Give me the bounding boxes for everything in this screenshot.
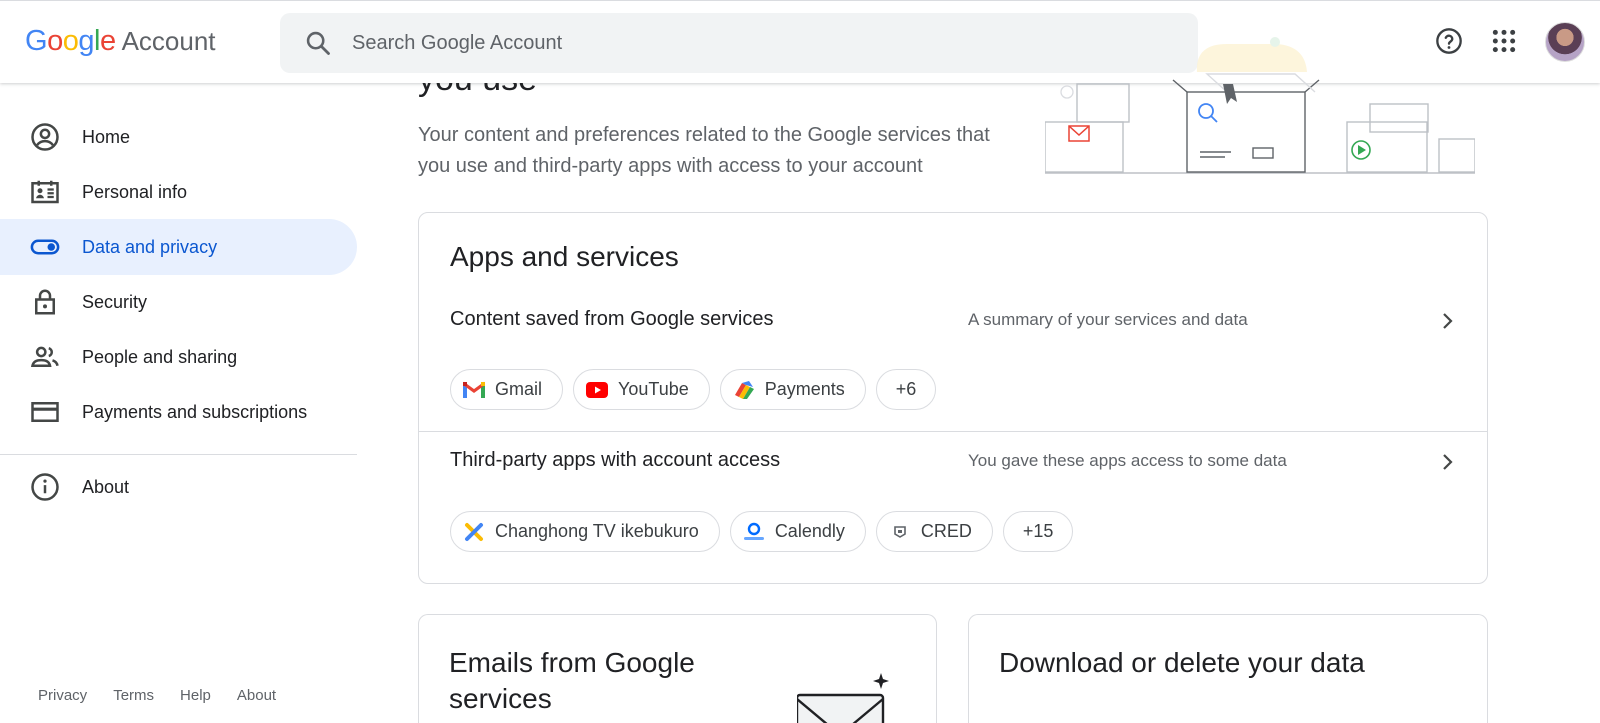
terms-link[interactable]: Terms [113, 687, 154, 704]
help-link[interactable]: Help [180, 687, 211, 704]
toggle-icon [30, 239, 60, 255]
chip-label: Gmail [495, 379, 543, 399]
sidebar-item-label: People and sharing [82, 346, 238, 367]
google-account-logo[interactable]: Google Account [25, 25, 216, 58]
sidebar-item-label: Data and privacy [82, 236, 218, 257]
help-icon [1436, 28, 1462, 54]
card-title: Download or delete your data [999, 647, 1365, 678]
chip-label: YouTube [618, 379, 689, 399]
search-input[interactable] [352, 31, 1152, 55]
chevron-right-icon[interactable] [1435, 309, 1459, 333]
download-or-delete-data-card[interactable]: Download or delete your data [968, 614, 1488, 723]
apps-and-services-card: Apps and services Content saved from Goo… [418, 212, 1488, 584]
sidebar-item-label: About [82, 476, 130, 497]
page-description: Your content and preferences related to … [418, 124, 990, 177]
sidebar-item-label: Security [82, 291, 148, 312]
chip-calendly[interactable]: Calendly [729, 511, 866, 552]
google-logo-text: Google [25, 25, 116, 57]
lock-icon [35, 289, 55, 315]
chip-label: Calendly [774, 521, 845, 541]
card-title: Emails from Google services [449, 647, 695, 714]
apps-grid-icon [1492, 29, 1516, 53]
help-button[interactable] [1433, 25, 1465, 57]
profile-avatar[interactable] [1545, 22, 1585, 62]
chip-label: CRED [920, 521, 972, 541]
chip-gmail[interactable]: Gmail [450, 369, 564, 410]
third-party-apps-row[interactable]: Third-party apps with account access [450, 449, 780, 472]
gmail-icon [463, 379, 485, 401]
sidebar-item-security[interactable]: Security [0, 274, 357, 330]
card-divider [419, 431, 1487, 432]
chip-changhong-tv[interactable]: Changhong TV ikebukuro [450, 511, 720, 552]
privacy-link[interactable]: Privacy [38, 687, 87, 704]
search-bar[interactable] [280, 13, 1198, 73]
youtube-icon [586, 379, 609, 401]
sidebar-item-people-and-sharing[interactable]: People and sharing [0, 329, 357, 385]
chip-label: Payments [764, 379, 845, 399]
emails-from-google-card[interactable]: Emails from Google services [418, 614, 937, 723]
content-saved-row[interactable]: Content saved from Google services [450, 308, 774, 331]
top-app-bar: Google Account [0, 0, 1600, 83]
info-icon [31, 473, 59, 501]
sidebar-item-label: Home [82, 126, 131, 147]
card-title: Apps and services [450, 241, 679, 272]
search-icon[interactable] [304, 29, 332, 57]
third-party-apps-desc: You gave these apps access to some data [968, 451, 1287, 470]
cred-icon [889, 521, 911, 543]
chip-more-apps[interactable]: +15 [1002, 511, 1074, 552]
sidebar-item-home[interactable]: Home [0, 109, 357, 165]
chip-label: Changhong TV ikebukuro [495, 521, 699, 541]
sidebar-divider [0, 454, 357, 455]
sidebar-item-personal-info[interactable]: Personal info [0, 164, 357, 220]
changhong-app-icon [463, 521, 485, 543]
chip-cred[interactable]: CRED [875, 511, 993, 552]
id-card-icon [31, 180, 59, 204]
chip-more-services[interactable]: +6 [875, 369, 937, 410]
chip-payments[interactable]: Payments [719, 369, 866, 410]
chip-label: +15 [1022, 521, 1054, 541]
people-icon [30, 346, 59, 367]
google-pay-icon [733, 379, 755, 401]
google-services-chips: Gmail YouTube Payments +6 [450, 369, 937, 410]
google-apps-button[interactable] [1488, 25, 1520, 57]
sidebar-nav: Home Personal info Data and privacy Secu… [0, 83, 357, 723]
sidebar-item-data-and-privacy[interactable]: Data and privacy [0, 219, 357, 275]
account-logo-text: Account [121, 26, 216, 56]
calendly-icon [743, 521, 765, 543]
footer-links: Privacy Terms Help About [38, 687, 302, 704]
credit-card-icon [31, 402, 59, 422]
envelope-icon [797, 673, 889, 723]
content-saved-desc: A summary of your services and data [968, 310, 1248, 329]
chip-youtube[interactable]: YouTube [573, 369, 710, 410]
sidebar-item-label: Payments and subscriptions [82, 401, 308, 422]
sidebar-item-payments[interactable]: Payments and subscriptions [0, 384, 357, 440]
chip-label: +6 [895, 379, 917, 399]
chevron-right-icon[interactable] [1435, 450, 1459, 474]
third-party-apps-chips: Changhong TV ikebukuro Calendly CRED +15 [450, 511, 1074, 552]
about-link[interactable]: About [237, 687, 276, 704]
sidebar-item-label: Personal info [82, 181, 188, 202]
account-circle-icon [31, 123, 59, 151]
sidebar-item-about[interactable]: About [0, 459, 357, 515]
